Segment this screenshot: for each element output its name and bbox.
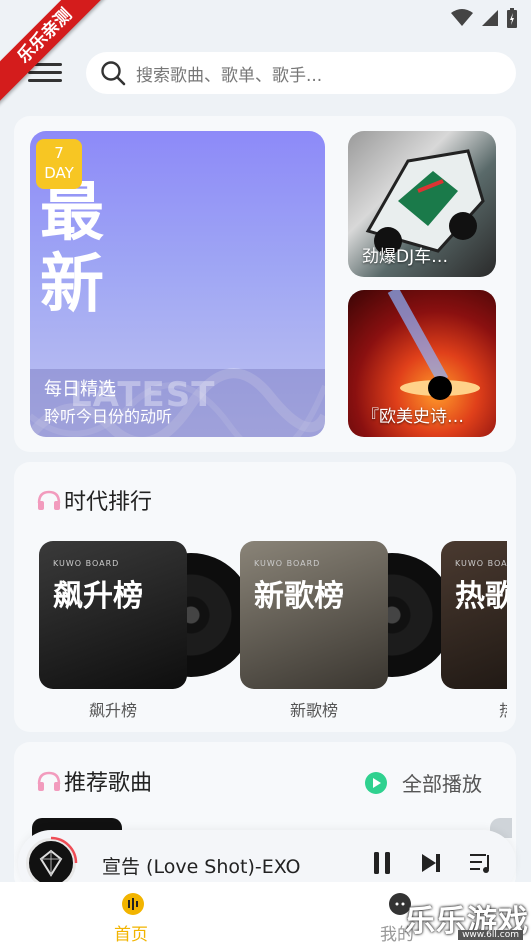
home-music-icon bbox=[122, 893, 144, 915]
rank-name-big: 飙升榜 bbox=[53, 579, 143, 614]
status-icons bbox=[451, 8, 517, 28]
rank-board-label: KUWO BOARD bbox=[455, 559, 507, 568]
pause-icon[interactable] bbox=[372, 851, 392, 875]
recommend-title-text: 推荐歌曲 bbox=[64, 771, 153, 796]
day-badge-number: 7 bbox=[54, 144, 64, 162]
daily-big-char-bottom: 新 bbox=[40, 248, 104, 322]
rank-item-new[interactable]: KUWO BOARD 新歌榜 新歌榜 bbox=[240, 541, 454, 721]
daily-picks-card[interactable]: 最 新 7 DAY LATEST 每日精选 聆听今日份的动听 bbox=[30, 131, 325, 437]
battery-icon bbox=[507, 8, 517, 28]
playlist-tile-dj[interactable]: 劲爆DJ车… bbox=[348, 131, 496, 277]
search-input[interactable]: 搜索歌曲、歌单、歌手... bbox=[86, 52, 516, 94]
next-track-icon[interactable] bbox=[420, 852, 442, 874]
recommend-title: 推荐歌曲 bbox=[36, 765, 152, 797]
rank-cover: KUWO BOARD 飙升榜 bbox=[39, 541, 187, 689]
rank-cover: KUWO BOARD 新歌榜 bbox=[240, 541, 388, 689]
day-badge: 7 DAY bbox=[36, 139, 82, 189]
headphones-icon bbox=[37, 490, 61, 510]
playlist-tile-label: 劲爆DJ车… bbox=[362, 247, 449, 267]
play-all-button[interactable]: 全部播放 bbox=[364, 768, 482, 797]
wifi-icon bbox=[451, 9, 473, 26]
playlist-tile-label: 『欧美史诗… bbox=[362, 407, 464, 427]
rank-cover: KUWO BOARD 热歌 bbox=[441, 541, 507, 689]
rank-name-big: 热歌 bbox=[455, 579, 507, 614]
rank-caption: 新歌榜 bbox=[289, 701, 338, 720]
rank-name-big: 新歌榜 bbox=[254, 579, 344, 614]
nav-home[interactable]: 首页 bbox=[110, 888, 156, 945]
play-all-label: 全部播放 bbox=[402, 772, 482, 796]
rank-board-label: KUWO BOARD bbox=[53, 559, 120, 568]
rankings-title: 时代排行 bbox=[36, 484, 152, 516]
daily-big-char-top: 最 bbox=[40, 176, 104, 250]
now-playing-title: 宣告 (Love Shot)-EXO bbox=[102, 856, 301, 878]
rank-item-hot[interactable]: KUWO BOARD 热歌 热 bbox=[441, 541, 507, 721]
day-badge-unit: DAY bbox=[44, 164, 74, 182]
rankings-title-text: 时代排行 bbox=[64, 490, 153, 515]
headphones-icon bbox=[37, 771, 61, 791]
playlist-tile-epic[interactable]: 『欧美史诗… bbox=[348, 290, 496, 437]
signal-icon bbox=[482, 10, 498, 26]
nav-home-label: 首页 bbox=[114, 925, 148, 945]
play-circle-icon bbox=[365, 771, 387, 794]
rank-item-rising[interactable]: KUWO BOARD 飙升榜 飙升榜 bbox=[39, 541, 253, 721]
playlist-queue-icon[interactable] bbox=[468, 851, 494, 875]
search-placeholder: 搜索歌曲、歌单、歌手... bbox=[136, 65, 323, 86]
rank-caption: 飙升榜 bbox=[88, 701, 137, 720]
daily-title: 每日精选 bbox=[44, 379, 116, 400]
search-icon bbox=[101, 61, 126, 86]
rank-caption: 热 bbox=[441, 697, 507, 721]
watermark-url: www.6ll.com bbox=[458, 930, 523, 940]
daily-subtitle: 聆听今日份的动听 bbox=[44, 407, 173, 426]
rank-board-label: KUWO BOARD bbox=[254, 559, 321, 568]
